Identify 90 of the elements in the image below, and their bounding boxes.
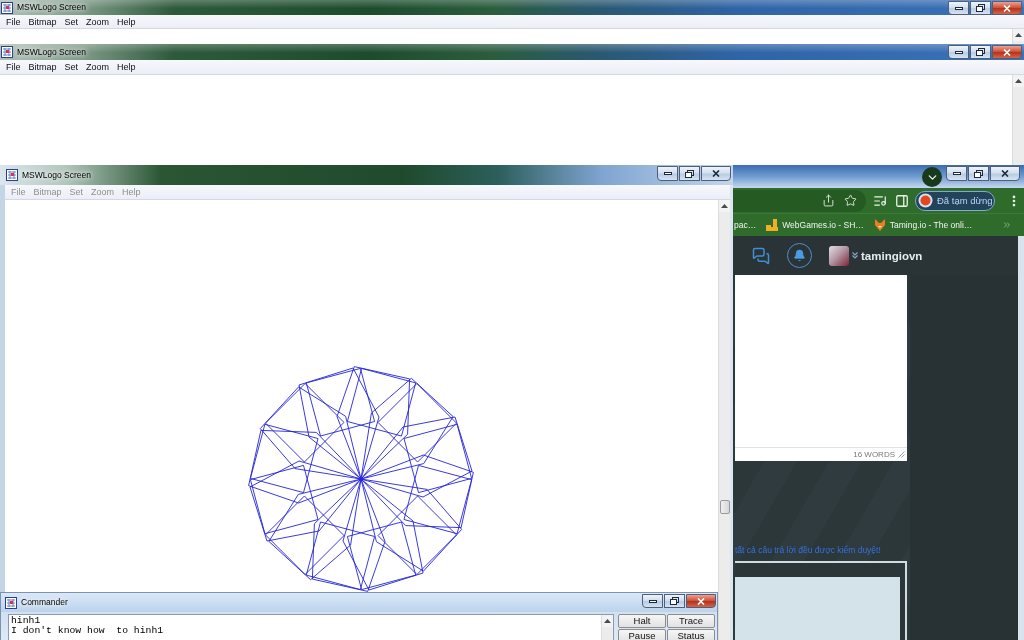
restore-icon (976, 48, 985, 56)
caret-up-icon (604, 619, 611, 623)
rank-chevron-icon (852, 252, 858, 259)
close-icon (1003, 48, 1011, 56)
menu-item[interactable]: Bitmap (24, 15, 61, 28)
close-button[interactable] (701, 166, 731, 181)
bell-icon (793, 249, 806, 262)
chevrons-right-icon (1002, 220, 1012, 230)
chat-icon (752, 246, 770, 265)
side-panel-icon (895, 193, 909, 208)
restore-button[interactable] (970, 45, 991, 59)
avatar-placeholder (829, 245, 849, 266)
profile-button[interactable]: Đã tạm dừng (915, 190, 995, 211)
window-title: Commander (21, 597, 68, 608)
menu-item[interactable]: Help (113, 15, 140, 28)
profile-avatar-icon (918, 193, 933, 208)
app-icon (5, 596, 17, 609)
command-button[interactable]: Halt (618, 614, 666, 628)
menu-item[interactable]: Bitmap (24, 61, 61, 73)
bookmark-link[interactable]: pac… (734, 220, 757, 230)
restore-button[interactable] (679, 166, 700, 181)
fox-icon (873, 219, 886, 231)
app-icon (1, 1, 13, 14)
minimize-icon (663, 172, 672, 175)
resize-grip-icon[interactable] (898, 451, 905, 458)
scroll-up-button[interactable] (602, 615, 613, 627)
side-panel-button[interactable] (895, 193, 909, 208)
scroll-up-button[interactable] (1013, 75, 1024, 87)
close-button[interactable] (990, 166, 1020, 181)
scrollbar-thumb[interactable] (719, 500, 730, 514)
restore-icon (685, 169, 694, 178)
history-line: I don't know how to hinh1 (11, 626, 165, 636)
menu-item[interactable]: Zoom (82, 15, 114, 28)
caret-up-icon (1015, 33, 1022, 37)
minimize-icon (954, 50, 963, 54)
vertical-scrollbar[interactable] (1012, 75, 1024, 165)
tab-search-button[interactable] (922, 167, 942, 187)
app-icon (1, 46, 13, 58)
close-icon (697, 597, 705, 605)
restore-button[interactable] (970, 1, 991, 15)
history-list[interactable]: hinh1 I don't know how to hinh1 (8, 614, 614, 640)
caret-up-icon (1015, 79, 1022, 83)
close-icon (1001, 170, 1009, 177)
minimize-icon (952, 172, 961, 175)
word-count: 16 WORDS (853, 450, 895, 459)
restore-icon (976, 4, 985, 12)
close-icon (712, 170, 720, 177)
minimize-button[interactable] (946, 166, 967, 181)
close-icon (1003, 4, 1011, 12)
restore-button[interactable] (968, 166, 989, 181)
menu-item[interactable]: Zoom (82, 61, 114, 73)
window-title: MSWLogo Screen (22, 169, 91, 181)
minimize-icon (648, 599, 657, 603)
minimize-button[interactable] (948, 45, 969, 59)
minimize-button[interactable] (657, 166, 678, 181)
share-icon[interactable] (822, 194, 835, 207)
media-button[interactable] (873, 193, 887, 208)
app-icon (6, 169, 18, 181)
restore-icon (974, 169, 983, 178)
blocks-icon (766, 219, 779, 231)
bookmark-link[interactable]: Taming.io - The onli… (873, 219, 973, 231)
history-line: hinh1 (11, 616, 42, 626)
messages-button[interactable] (750, 245, 772, 266)
close-button[interactable] (992, 1, 1022, 15)
star-icon[interactable] (844, 194, 857, 207)
command-button[interactable]: Pause (618, 629, 666, 640)
menu-item[interactable]: Set (60, 61, 83, 73)
menu-item[interactable]: Help (113, 61, 140, 73)
username[interactable]: tamingiovn (861, 249, 923, 262)
command-button[interactable]: Trace (667, 614, 715, 628)
menu-item[interactable]: File (2, 15, 25, 28)
minimize-button[interactable] (948, 1, 969, 15)
caret-up-icon (721, 204, 728, 208)
restore-icon (670, 597, 679, 605)
window-title: MSWLogo Screen (17, 46, 86, 58)
close-button[interactable] (686, 594, 716, 608)
vertical-scrollbar[interactable] (718, 200, 730, 640)
menu-item[interactable]: Set (60, 15, 83, 28)
playlist-icon (873, 193, 887, 208)
command-button[interactable]: Status (667, 629, 715, 640)
bookmark-link[interactable]: WebGames.io - SH… (766, 219, 864, 231)
vertical-scrollbar[interactable] (601, 615, 613, 640)
close-button[interactable] (992, 45, 1022, 59)
scroll-up-button[interactable] (719, 200, 730, 212)
menu-item[interactable]: File (2, 61, 25, 73)
window-title: MSWLogo Screen (17, 2, 86, 13)
minimize-button[interactable] (642, 594, 663, 608)
minimize-icon (954, 6, 963, 10)
restore-button[interactable] (664, 594, 685, 608)
moderation-notice: tất cả câu trả lời đều được kiểm duyệt! (735, 544, 882, 557)
